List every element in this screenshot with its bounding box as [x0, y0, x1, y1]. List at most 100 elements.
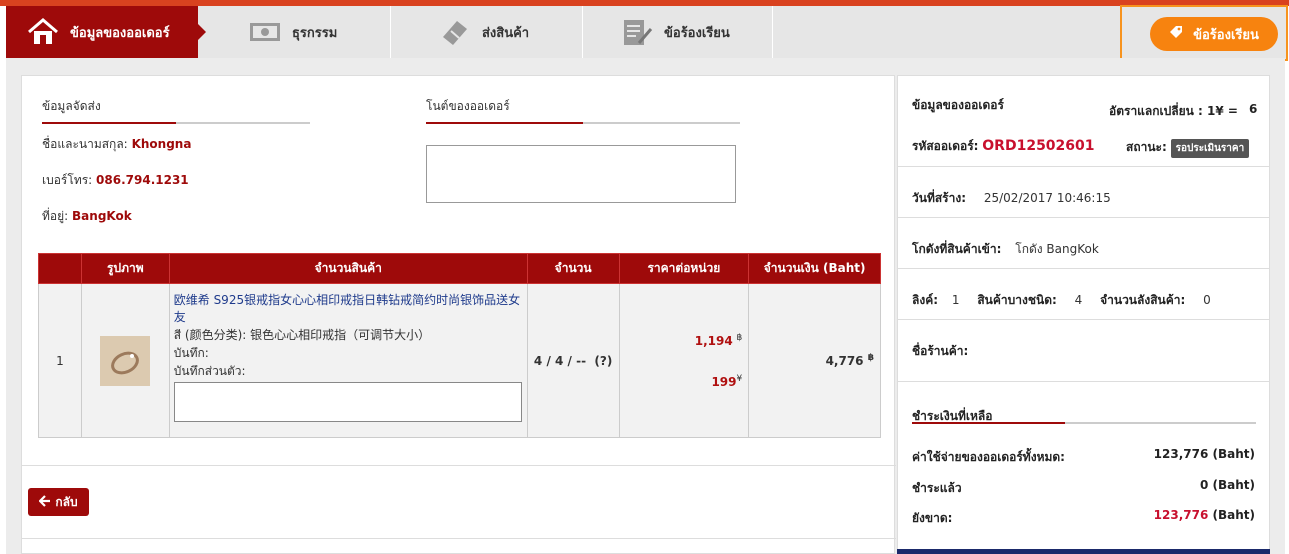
table-header-row: รูปภาพ จำนวนสินค้า จำนวน ราคาต่อหน่วย จำ…: [38, 253, 881, 284]
money-icon: [248, 17, 282, 47]
order-code-value: ORD12502601: [982, 138, 1095, 154]
tab-label: ข้อมูลของออเดอร์: [70, 25, 170, 41]
divider: [898, 319, 1269, 320]
created-date-value: 25/02/2017 10:46:15: [983, 191, 1111, 205]
order-total-value: 123,776 (Baht): [1153, 447, 1255, 461]
types-value: 4: [1074, 293, 1083, 307]
quantity-help[interactable]: (?): [594, 354, 612, 368]
divider: [898, 268, 1269, 269]
complaint-header: ข้อร้องเรียน: [1120, 5, 1288, 61]
types-label: สินค้าบางชนิด:: [977, 293, 1057, 307]
links-label: ลิงค์:: [912, 293, 939, 307]
tab-shipping[interactable]: ส่งสินค้า: [438, 6, 578, 58]
order-code-label: รหัสออเดอร์:: [912, 139, 979, 153]
home-icon: [26, 17, 60, 47]
shipping-title-underline: [42, 122, 310, 124]
clipboard-edit-icon: [620, 17, 654, 47]
summary-title: ข้อมูลของออเดอร์: [912, 98, 1004, 112]
box-count-label: จำนวนลังสินค้า:: [1100, 293, 1186, 307]
back-button-label: กลับ: [55, 494, 78, 509]
exchange-rate-label: อัตราแลกเปลี่ยน : 1¥ =: [1109, 104, 1238, 118]
unit-price-baht: 1,194: [694, 333, 733, 348]
box-count-value: 0: [1203, 293, 1211, 307]
order-status-label: สถานะ:: [1126, 140, 1167, 154]
back-button[interactable]: กลับ: [28, 488, 89, 516]
product-color-option: สี (颜色分类): 银色心心相印戒指（可调节大小）: [173, 328, 431, 342]
tag-icon: [1169, 25, 1183, 43]
remaining-amount: 123,776: [1153, 508, 1209, 522]
warehouse: โกดังที่สินค้าเข้า: โกดัง BangKok: [912, 240, 1099, 259]
divider: [22, 538, 896, 539]
order-total-label: ค่าใช้จ่ายของออเดอร์ทั้งหมด:: [912, 450, 1065, 464]
recipient-phone-value: 086.794.1231: [96, 173, 189, 187]
payment-title-underline: [912, 422, 1256, 424]
table-row: 1 欧维希 S925银戒指女心心相印戒指日韩钻戒简约时尚银饰品送女友 สี (颜…: [38, 283, 881, 438]
column-header: จำนวนสินค้า: [168, 253, 528, 284]
arrow-left-icon: [38, 494, 51, 510]
product-name-link[interactable]: 欧维希 S925银戒指女心心相印戒指日韩钻戒简约时尚银饰品送女友: [174, 292, 523, 326]
warehouse-value: โกดัง BangKok: [1015, 242, 1099, 256]
order-code: รหัสออเดอร์: ORD12502601: [912, 137, 1095, 156]
yuan-symbol: ¥: [736, 373, 743, 384]
tab-complaints[interactable]: ข้อร้องเรียน: [620, 6, 770, 58]
order-note-underline: [426, 122, 740, 124]
product-image[interactable]: [100, 335, 151, 386]
tab-label: ส่งสินค้า: [482, 25, 530, 41]
divider: [22, 465, 896, 466]
divider: [898, 381, 1269, 382]
product-image-cell: [80, 283, 170, 438]
order-items-table: รูปภาพ จำนวนสินค้า จำนวน ราคาต่อหน่วย จำ…: [38, 253, 881, 438]
paid-label: ชำระแล้ว: [912, 481, 962, 495]
recipient-address-value: BangKok: [72, 209, 132, 223]
baht-symbol: ฿: [736, 332, 743, 343]
recipient-name-value: Khongna: [131, 137, 192, 151]
tab-transactions[interactable]: ธุรกรรม: [248, 6, 388, 58]
product-note-label: บันทึก:: [173, 346, 209, 360]
column-header: ราคาต่อหน่วย: [618, 253, 750, 284]
tab-divider: [582, 6, 583, 58]
shop-name: ชื่อร้านค้า:: [912, 342, 968, 361]
recipient-name: ชื่อและนามสกุล: Khongna: [42, 135, 191, 154]
quantity-cell: 4 / 4 / -- (?): [526, 283, 620, 438]
ticket-icon: [438, 17, 472, 47]
personal-note-label: บันทึกส่วนตัว:: [173, 364, 246, 378]
tab-label: ธุรกรรม: [292, 25, 338, 41]
paid-value: 0 (Baht): [1199, 478, 1255, 492]
order-tabs: ข้อมูลของออเดอร์ ธุรกรรม ส่งสินค้า ข้อร้…: [6, 6, 1120, 58]
exchange-rate-value: 6: [1249, 102, 1258, 116]
shipping-title: ข้อมูลจัดส่ง: [42, 99, 101, 113]
row-total: 4,776: [825, 354, 864, 368]
recipient-address-label: ที่อยู่:: [42, 209, 69, 223]
column-header: จำนวนเงิน (Baht): [748, 253, 881, 284]
unit-price-yuan: 199: [711, 374, 737, 389]
recipient-phone-label: เบอร์โทร:: [42, 173, 93, 187]
personal-note-input[interactable]: [173, 382, 522, 422]
status-badge: รอประเมินราคา: [1170, 139, 1250, 158]
tab-divider: [772, 6, 773, 58]
warehouse-label: โกดังที่สินค้าเข้า:: [912, 242, 1002, 256]
complaint-button[interactable]: ข้อร้องเรียน: [1150, 17, 1278, 51]
complaint-button-label: ข้อร้องเรียน: [1193, 27, 1259, 43]
column-header: [38, 253, 82, 284]
remaining-unit: (Baht): [1208, 508, 1256, 522]
row-index: 1: [38, 283, 82, 438]
product-info-cell: 欧维希 S925银戒指女心心相印戒指日韩钻戒简约时尚银饰品送女友 สี (颜色分…: [168, 283, 528, 438]
unit-price-cell: 1,194 ฿ 199¥: [618, 283, 750, 438]
total-cell: 4,776 ฿: [748, 283, 881, 438]
recipient-name-label: ชื่อและนามสกุล:: [42, 137, 128, 151]
created-date: วันที่สร้าง: 25/02/2017 10:46:15: [912, 189, 1111, 208]
item-counts: ลิงค์: 1 สินค้าบางชนิด: 4 จำนวนลังสินค้า…: [912, 291, 1211, 310]
quantity-value: 4 / 4 / --: [533, 353, 587, 368]
recipient-phone: เบอร์โทร: 086.794.1231: [42, 171, 189, 190]
column-header: รูปภาพ: [80, 253, 170, 284]
remaining-label: ยังขาด:: [912, 511, 953, 525]
order-main-panel: ข้อมูลจัดส่ง ชื่อและนามสกุล: Khongna เบอ…: [21, 75, 896, 554]
baht-symbol: ฿: [867, 353, 874, 363]
tab-divider: [390, 6, 391, 58]
tab-order-info[interactable]: ข้อมูลของออเดอร์: [6, 6, 206, 58]
order-summary-panel: ข้อมูลของออเดอร์ อัตราแลกเปลี่ยน : 1¥ = …: [897, 75, 1270, 554]
divider: [898, 217, 1269, 218]
order-note-box: [426, 145, 736, 203]
created-date-label: วันที่สร้าง:: [912, 191, 967, 205]
links-value: 1: [951, 293, 960, 307]
